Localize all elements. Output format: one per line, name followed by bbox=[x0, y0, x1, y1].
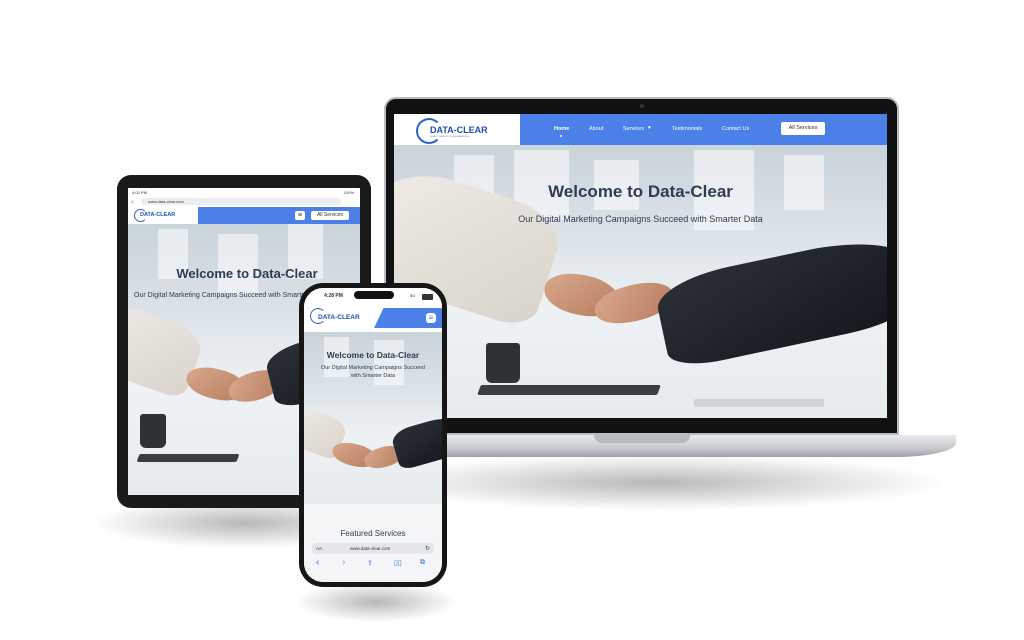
phone-url: www.data-clear.com bbox=[350, 546, 391, 551]
site-header: DATA-CLEAR QUALITY DATA FOR DIGITAL MARK… bbox=[394, 114, 887, 145]
featured-services-heading: Featured Services bbox=[340, 529, 406, 538]
hero-subtitle: Our Digital Marketing Campaigns Succeed … bbox=[518, 214, 763, 224]
reload-icon[interactable]: ↻ bbox=[425, 545, 430, 552]
nav-about[interactable]: About bbox=[589, 126, 603, 132]
logo-text[interactable]: DATA-CLEAR bbox=[430, 125, 488, 135]
phone-screen: 4:28 PM 5G DATA-CLEAR ≡ Welcome to Data-… bbox=[304, 288, 442, 582]
tablet-address-bar: ⌂ www.data-clear.com bbox=[128, 197, 360, 207]
phone-hero-title: Welcome to Data-Clear bbox=[326, 350, 420, 360]
phone-menu-icon[interactable]: ≡ bbox=[426, 313, 436, 323]
tablet-all-services-button[interactable]: All Services bbox=[311, 211, 349, 220]
all-services-button[interactable]: All Services bbox=[781, 122, 825, 135]
phone-status-bar: 4:28 PM 5G bbox=[304, 288, 442, 302]
tablet-status-bar: 4:02 PM 100% bbox=[128, 188, 360, 197]
home-icon[interactable]: ⌂ bbox=[131, 199, 134, 205]
tablet-hero-title: Welcome to Data-Clear bbox=[176, 266, 318, 281]
forward-icon[interactable]: › bbox=[342, 557, 345, 568]
phone-hero-subtitle-line2: with Smarter Data bbox=[350, 373, 395, 379]
menu-icon[interactable]: ≡ bbox=[295, 211, 305, 220]
tablet-url-field[interactable]: www.data-clear.com bbox=[141, 198, 341, 205]
phone-hero-subtitle-line1: Our Digital Marketing Campaigns Succeed bbox=[321, 365, 425, 371]
phone-signal: 5G bbox=[410, 293, 416, 298]
logo-tagline: QUALITY DATA FOR DIGITAL MARKETING bbox=[430, 136, 470, 138]
tabs-icon[interactable]: ⧉ bbox=[420, 559, 425, 567]
dynamic-island bbox=[354, 291, 394, 299]
text-size-icon[interactable]: AA bbox=[316, 546, 322, 551]
bookmarks-icon[interactable]: ▯▯ bbox=[394, 559, 402, 567]
tablet-site-header: DATA-CLEAR ≡ All Services bbox=[128, 207, 360, 224]
nav-active-indicator bbox=[560, 135, 562, 137]
chevron-down-icon[interactable]: ▾ bbox=[648, 125, 651, 131]
share-icon[interactable]: ⇪ bbox=[367, 559, 373, 567]
phone-browser-toolbar: ‹ › ⇪ ▯▯ ⧉ bbox=[304, 556, 442, 572]
phone-shadow bbox=[296, 582, 456, 622]
battery-icon bbox=[422, 294, 433, 300]
laptop-camera bbox=[640, 104, 644, 108]
laptop-notch bbox=[594, 435, 690, 443]
tablet-logo-text[interactable]: DATA-CLEAR bbox=[140, 212, 175, 218]
nav-home[interactable]: Home bbox=[554, 126, 569, 132]
hero-title: Welcome to Data-Clear bbox=[548, 182, 733, 201]
laptop-screen: DATA-CLEAR QUALITY DATA FOR DIGITAL MARK… bbox=[394, 114, 887, 418]
tablet-battery: 100% bbox=[343, 190, 354, 195]
laptop-shadow bbox=[372, 455, 942, 510]
nav-contact-us[interactable]: Contact Us bbox=[722, 126, 749, 132]
tablet-time: 4:02 PM bbox=[132, 190, 147, 195]
back-icon[interactable]: ‹ bbox=[316, 557, 319, 568]
nav-testimonials[interactable]: Testimonials bbox=[672, 126, 702, 132]
nav-services[interactable]: Services bbox=[623, 126, 644, 132]
phone-time: 4:28 PM bbox=[324, 293, 343, 299]
tablet-hero-subtitle: Our Digital Marketing Campaigns Succeed … bbox=[134, 292, 325, 299]
phone-address-bar[interactable]: AA www.data-clear.com ↻ bbox=[312, 543, 434, 554]
tablet-url: www.data-clear.com bbox=[148, 199, 184, 204]
phone-logo-text[interactable]: DATA-CLEAR bbox=[318, 314, 360, 321]
